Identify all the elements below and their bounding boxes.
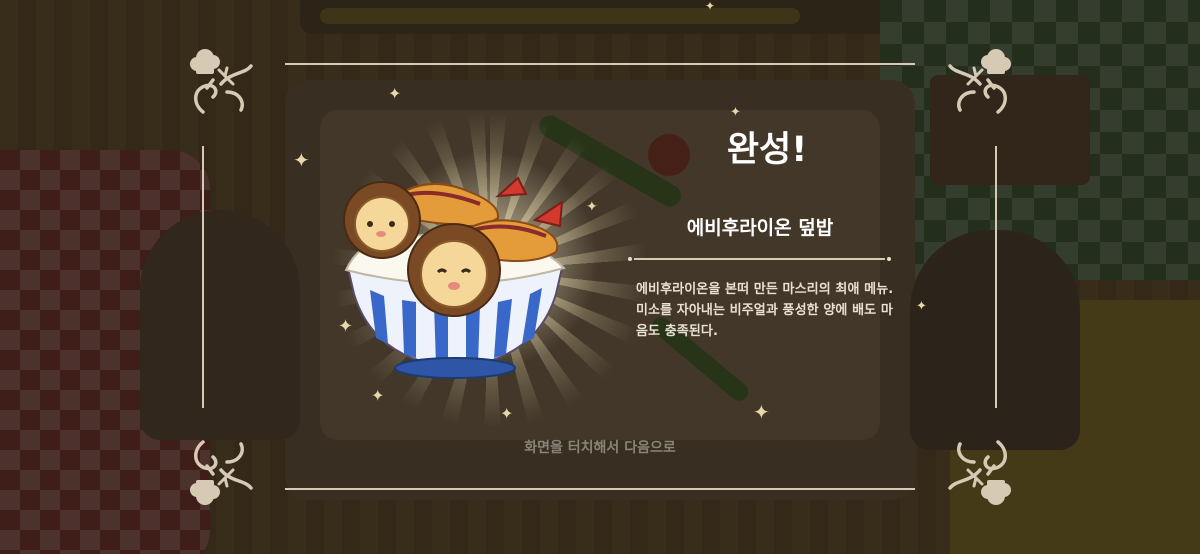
- completion-title: 완성!: [726, 130, 808, 170]
- touch-to-continue-prompt[interactable]: 화면을 터치해서 다음으로: [490, 437, 710, 459]
- sparkle-icon: ✦: [388, 84, 402, 103]
- frame-bottom-line: [285, 488, 915, 490]
- frame-right-line: [995, 146, 997, 408]
- title-divider: [628, 257, 891, 261]
- dish-name: 에비후라이온 덮밥: [686, 217, 834, 239]
- sparkle-icon: ✦: [916, 299, 927, 314]
- dish-description: 에비후라이온을 본떠 만든 마스리의 최애 메뉴. 미소를 자아내는 비주얼과 …: [636, 282, 894, 339]
- frame-top-line: [285, 63, 915, 65]
- sparkle-icon: ✦: [705, 0, 716, 13]
- sparkle-icon: ✦: [730, 105, 741, 120]
- corner-ornament-icon: [938, 432, 1018, 510]
- corner-ornament-icon: [183, 432, 263, 510]
- dish-illustration-icon: [330, 168, 580, 390]
- frame-left-line: [202, 146, 204, 408]
- sparkle-icon: ✦: [753, 400, 770, 424]
- sparkle-icon: ✦: [293, 148, 310, 172]
- corner-ornament-icon: [938, 44, 1018, 122]
- corner-ornament-icon: [183, 44, 263, 122]
